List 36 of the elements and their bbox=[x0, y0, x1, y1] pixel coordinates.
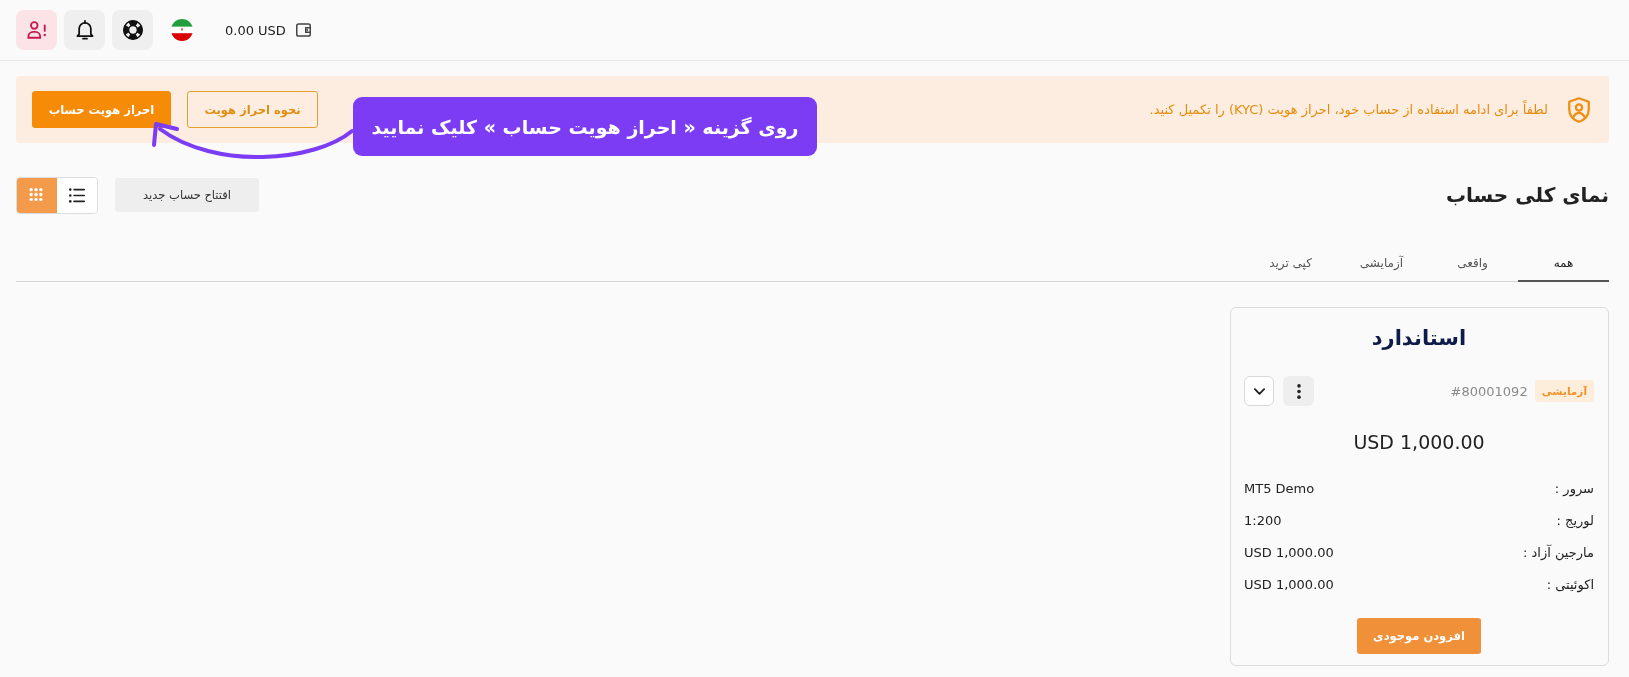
notifications-button[interactable] bbox=[64, 10, 105, 50]
kyc-message: لطفاً برای ادامه استفاده از حساب خود، احراز هویت (KYC) را تکمیل کنید. bbox=[1149, 102, 1548, 117]
support-button[interactable] bbox=[112, 10, 153, 50]
more-button[interactable] bbox=[1283, 376, 1314, 406]
account-number: #80001092 bbox=[1450, 383, 1528, 399]
chevron-down-icon bbox=[1253, 387, 1265, 395]
detail-label: لوریج : bbox=[1556, 512, 1594, 528]
tab[interactable]: واقعی bbox=[1427, 245, 1518, 282]
flag-icon[interactable] bbox=[171, 19, 193, 41]
detail-value: 1:200 bbox=[1244, 512, 1282, 528]
kebab-icon bbox=[1296, 383, 1301, 399]
new-account-button[interactable]: افتتاح حساب جدید bbox=[115, 178, 259, 212]
grid-icon bbox=[29, 187, 45, 203]
detail-value: USD 1,000.00 bbox=[1244, 544, 1334, 560]
tab[interactable]: آزمایشی bbox=[1336, 245, 1427, 282]
lifebuoy-icon bbox=[122, 20, 143, 40]
profile-button[interactable] bbox=[16, 10, 57, 50]
annotation-callout: روی گزینه « احراز هویت حساب » کلیک نمایید bbox=[353, 97, 817, 156]
tab[interactable]: همه bbox=[1518, 245, 1609, 282]
detail-label: اکوئیتی : bbox=[1546, 576, 1594, 592]
list-icon bbox=[69, 187, 85, 203]
user-alert-icon bbox=[26, 20, 47, 40]
shield-user-icon bbox=[1568, 96, 1590, 123]
page-title: نمای کلی حساب bbox=[1445, 183, 1609, 207]
bell-icon bbox=[74, 20, 95, 40]
detail-label: مارجین آزاد : bbox=[1523, 544, 1594, 560]
tab[interactable]: کپی ترید bbox=[1245, 245, 1336, 282]
account-badge: آزمایشی bbox=[1534, 380, 1594, 402]
wallet-balance: 0.00 USD bbox=[225, 22, 286, 38]
detail-value: MT5 Demo bbox=[1244, 480, 1315, 496]
expand-button[interactable] bbox=[1244, 376, 1274, 406]
account-balance: USD 1,000.00 bbox=[1352, 430, 1486, 455]
detail-value: USD 1,000.00 bbox=[1244, 576, 1334, 592]
wallet-icon[interactable] bbox=[295, 23, 311, 37]
account-type: استاندارد bbox=[1370, 325, 1468, 352]
detail-label: سرور : bbox=[1554, 480, 1594, 496]
